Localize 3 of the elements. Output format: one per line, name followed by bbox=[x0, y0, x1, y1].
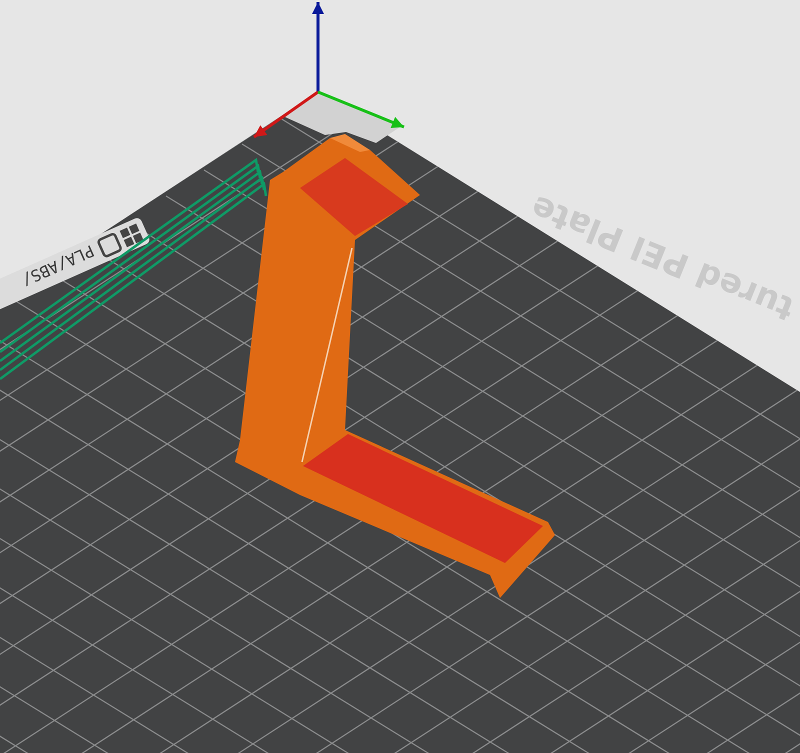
x-axis-arrow bbox=[253, 90, 319, 138]
grid-icon bbox=[120, 224, 144, 248]
nozzle-icon bbox=[96, 232, 123, 258]
